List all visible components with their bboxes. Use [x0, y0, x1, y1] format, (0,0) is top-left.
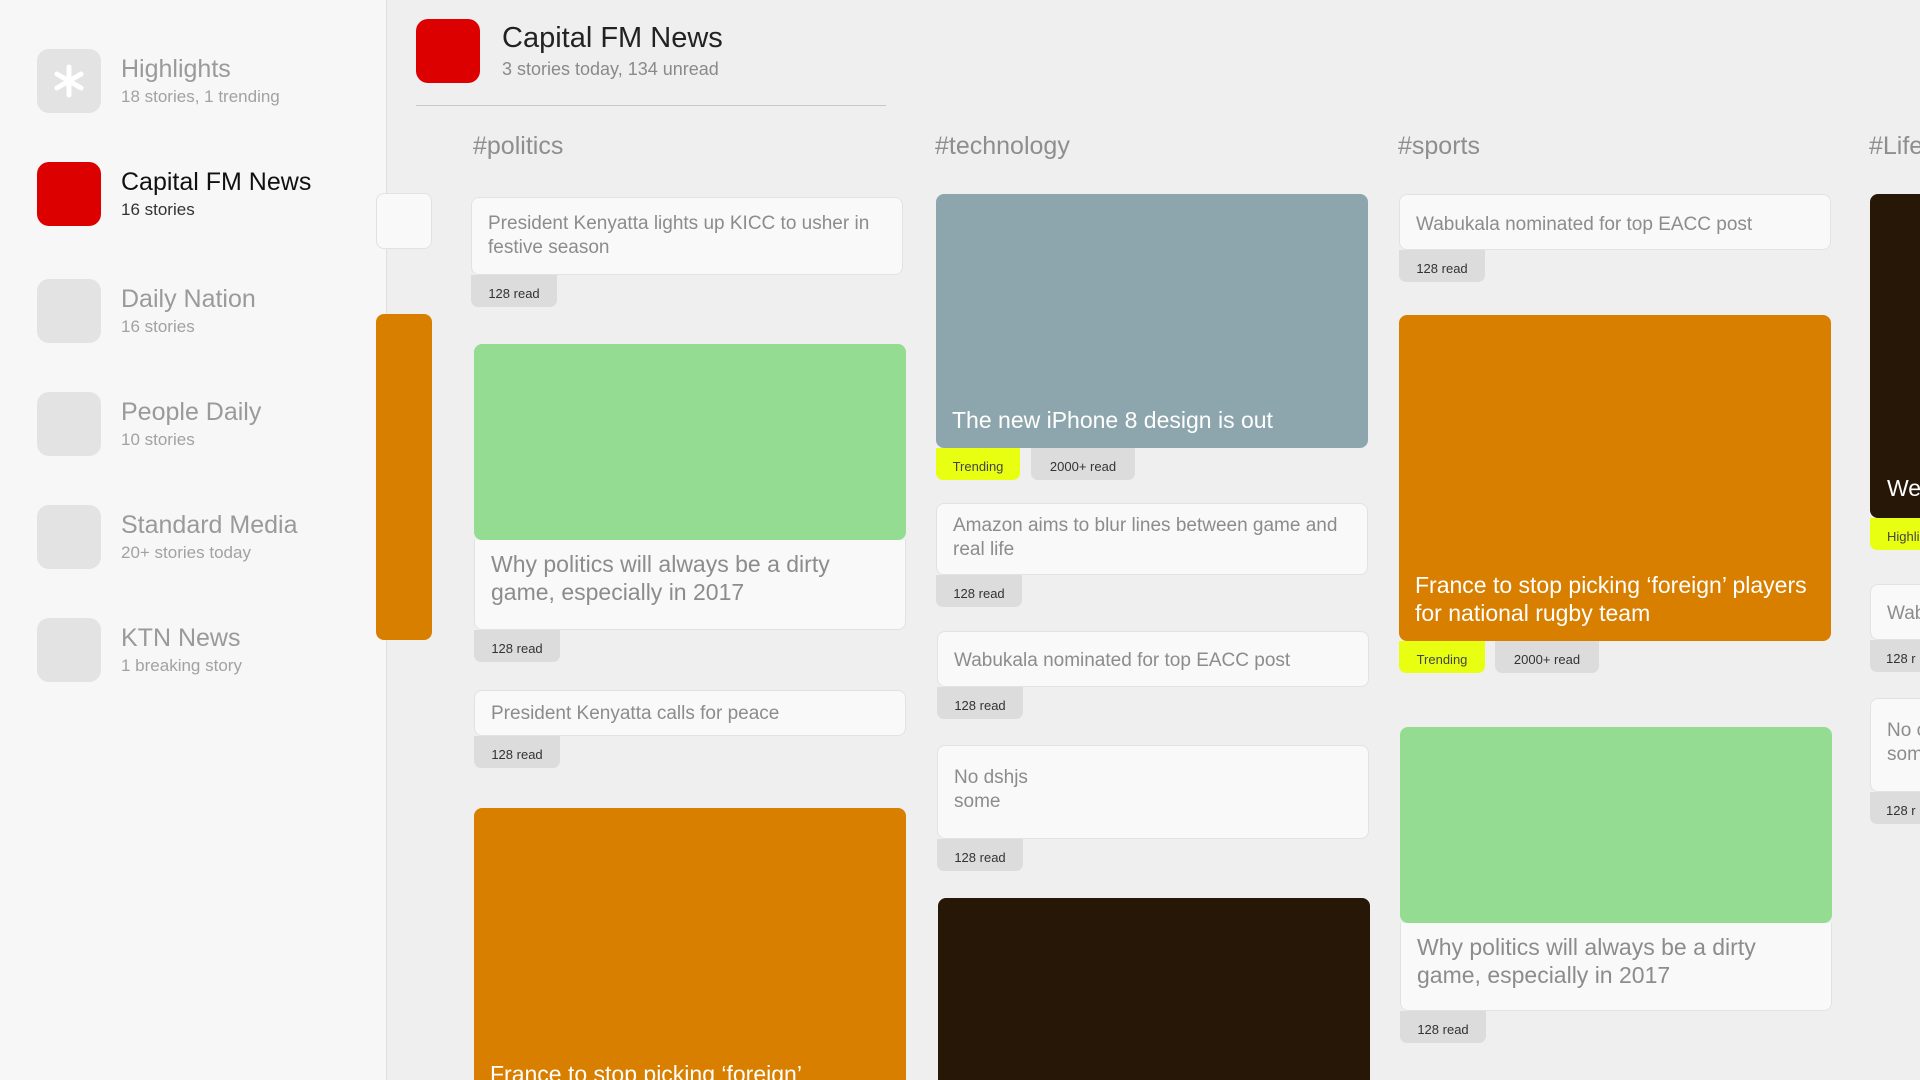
- source-count: 16 stories: [121, 317, 195, 336]
- story-title: Why politics will always be a dirty game…: [491, 551, 830, 605]
- story-title: The new iPhone 8 design is out: [952, 407, 1273, 433]
- story-image[interactable]: [1400, 727, 1832, 923]
- source-ktn-news[interactable]: KTN News 1 breaking story: [37, 618, 367, 684]
- source-logo: [37, 279, 101, 343]
- read-count-badge: 128 r: [1870, 792, 1920, 824]
- read-count-badge: 128 r: [1870, 640, 1920, 672]
- column-heading-sports: #sports: [1398, 132, 1480, 160]
- source-logo: [37, 162, 101, 226]
- source-name: Standard Media: [121, 511, 298, 539]
- read-count-badge: 128 read: [474, 736, 560, 768]
- source-count: 16 stories: [121, 200, 195, 219]
- source-name: KTN News: [121, 624, 241, 652]
- source-count: 10 stories: [121, 430, 195, 449]
- read-count-badge: 2000+ read: [1031, 448, 1135, 480]
- read-count-badge: 128 read: [937, 687, 1023, 719]
- column-heading-technology: #technology: [935, 132, 1070, 160]
- read-count-badge: 2000+ read: [1495, 641, 1599, 673]
- source-name: Highlights: [121, 55, 231, 83]
- story-card[interactable]: Wabukala nominated for top EACC post: [1399, 194, 1831, 250]
- column-heading-politics: #politics: [473, 132, 564, 160]
- story-image-card-partial[interactable]: [376, 314, 432, 640]
- source-logo: [37, 618, 101, 682]
- story-card[interactable]: No dshjs some: [937, 745, 1369, 839]
- story-title: No dshjs some: [954, 767, 1028, 812]
- source-capital-fm[interactable]: Capital FM News 16 stories: [37, 162, 367, 228]
- story-image[interactable]: [474, 344, 906, 540]
- source-count: 1 breaking story: [121, 656, 242, 675]
- source-name: Capital FM News: [121, 168, 312, 196]
- trending-badge: Trending: [936, 448, 1020, 480]
- story-image-card[interactable]: France to stop picking ‘foreign’ players…: [1399, 315, 1831, 641]
- story-card[interactable]: Amazon aims to blur lines between game a…: [936, 503, 1368, 575]
- story-title: Why politics will always be a dirty game…: [1417, 934, 1756, 988]
- source-logo: [37, 392, 101, 456]
- story-card[interactable]: No c som: [1870, 698, 1920, 792]
- story-title: No c som: [1887, 720, 1920, 765]
- story-title: We: [1887, 475, 1920, 501]
- asterisk-icon: [37, 49, 101, 113]
- story-card[interactable]: President Kenyatta calls for peace: [474, 690, 906, 736]
- highlight-badge: Highli: [1870, 518, 1920, 550]
- story-title: President Kenyatta lights up KICC to ush…: [488, 213, 870, 258]
- story-title: Wabukala nominated for top EACC post: [954, 650, 1291, 671]
- read-count-badge: 128 read: [1399, 250, 1485, 282]
- story-card[interactable]: Why politics will always be a dirty game…: [1400, 923, 1832, 1011]
- column-heading-lifestyle: #Life: [1869, 132, 1920, 160]
- story-image-card[interactable]: We: [1870, 194, 1920, 518]
- story-title: Amazon aims to blur lines between game a…: [953, 515, 1338, 560]
- read-count-badge: 128 read: [1400, 1011, 1486, 1043]
- source-people-daily[interactable]: People Daily 10 stories: [37, 392, 367, 458]
- story-title: Wabukala nominated for top EACC post: [1416, 214, 1753, 235]
- source-name: People Daily: [121, 398, 262, 426]
- read-count-badge: 128 read: [471, 275, 557, 307]
- story-card[interactable]: Wabukala nominated for top EACC post: [937, 631, 1369, 687]
- source-daily-nation[interactable]: Daily Nation 16 stories: [37, 279, 367, 345]
- story-title: France to stop picking ‘foreign’: [490, 1061, 802, 1080]
- read-count-badge: 128 read: [937, 839, 1023, 871]
- source-logo: [37, 505, 101, 569]
- story-title: France to stop picking ‘foreign’ players…: [1415, 572, 1807, 626]
- feed-subtitle: 3 stories today, 134 unread: [502, 59, 719, 79]
- story-card[interactable]: President Kenyatta lights up KICC to ush…: [471, 197, 903, 275]
- source-count: 18 stories, 1 trending: [121, 87, 280, 106]
- story-card[interactable]: Why politics will always be a dirty game…: [474, 540, 906, 630]
- feed-title: Capital FM News: [502, 22, 723, 54]
- header-divider: [416, 105, 886, 106]
- story-image-card[interactable]: France to stop picking ‘foreign’: [474, 808, 906, 1080]
- source-standard-media[interactable]: Standard Media 20+ stories today: [37, 505, 367, 571]
- story-image-card[interactable]: [938, 898, 1370, 1080]
- story-image-card[interactable]: The new iPhone 8 design is out: [936, 194, 1368, 448]
- source-name: Daily Nation: [121, 285, 256, 313]
- read-count-badge: 128 read: [474, 630, 560, 662]
- trending-badge: Trending: [1399, 641, 1485, 673]
- feed-logo: [416, 19, 480, 83]
- story-card-partial[interactable]: [376, 193, 432, 249]
- source-highlights[interactable]: Highlights 18 stories, 1 trending: [37, 49, 367, 115]
- story-title: Wab: [1887, 603, 1920, 624]
- read-count-badge: 128 read: [936, 575, 1022, 607]
- sources-sidebar: Highlights 18 stories, 1 trending Capita…: [0, 0, 387, 1080]
- story-title: President Kenyatta calls for peace: [491, 703, 780, 724]
- source-count: 20+ stories today: [121, 543, 251, 562]
- story-card[interactable]: Wab: [1870, 584, 1920, 640]
